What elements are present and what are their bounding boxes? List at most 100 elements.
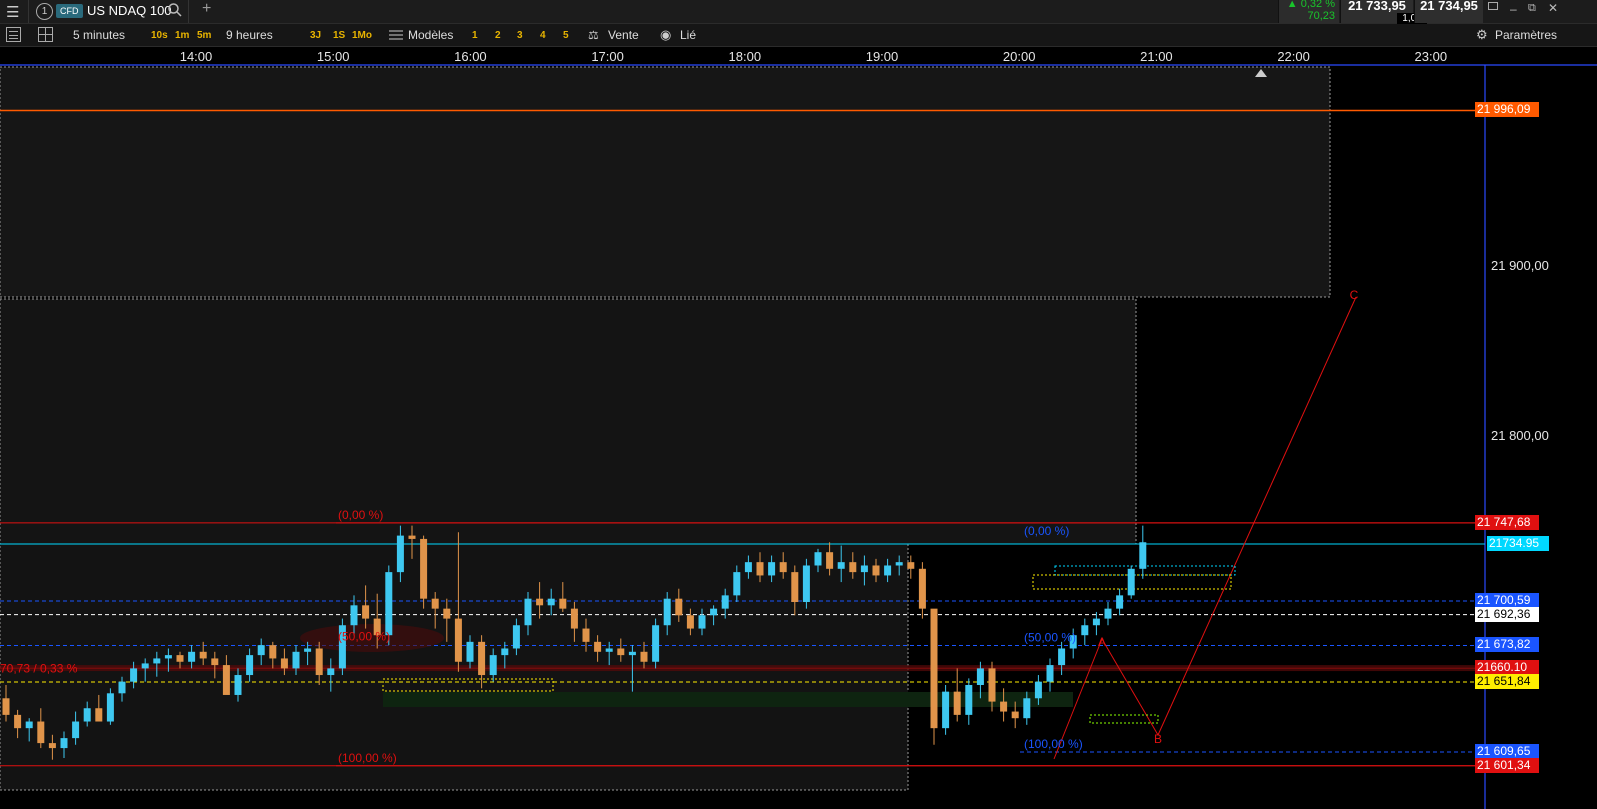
candle-body xyxy=(953,691,961,715)
popout-icon[interactable]: ⧉ xyxy=(1528,2,1536,15)
model-slot-3[interactable]: 3 xyxy=(517,30,523,41)
candle-body xyxy=(118,681,126,694)
candle-body xyxy=(756,562,764,576)
zone-upper xyxy=(0,66,1331,298)
candle-body xyxy=(988,668,996,702)
price-chart[interactable]: 14:00 15:00 16:00 17:00 18:00 19:00 20:00 21:00… xyxy=(0,47,1597,809)
price-tag: 21734.95 xyxy=(1487,535,1549,551)
candle-body xyxy=(304,648,312,652)
candle-body xyxy=(48,743,56,749)
candle-body xyxy=(1139,542,1147,569)
layout-grid-icon[interactable] xyxy=(38,27,53,42)
candle-body xyxy=(663,598,671,626)
linked-button[interactable]: Lié xyxy=(680,28,696,42)
instrument-type-badge: CFD xyxy=(56,4,83,18)
settings-button[interactable]: Paramètres xyxy=(1495,28,1557,42)
candle-body xyxy=(269,645,277,659)
models-icon xyxy=(389,29,403,44)
candle-body xyxy=(292,651,300,669)
candle-body xyxy=(779,562,787,573)
price-tag: 21 692,36 xyxy=(1475,606,1539,622)
candle-body xyxy=(1011,711,1019,719)
candle-body xyxy=(72,721,80,739)
tf-5m[interactable]: 5m xyxy=(197,30,211,41)
model-slot-4[interactable]: 4 xyxy=(540,30,546,41)
price-tag: 21 609,65 xyxy=(1475,743,1539,759)
candle-body xyxy=(617,648,625,656)
tf-3j[interactable]: 3J xyxy=(310,30,321,41)
tf-1m[interactable]: 1m xyxy=(175,30,189,41)
ask-button[interactable]: 21 734,95 xyxy=(1414,0,1483,23)
candle-body xyxy=(768,562,776,576)
minimize-icon[interactable]: – xyxy=(1510,2,1517,16)
candle-body xyxy=(791,572,799,602)
candle-body xyxy=(802,565,810,602)
candle-body xyxy=(408,535,416,539)
candle-body xyxy=(188,651,196,662)
tf-1s[interactable]: 1S xyxy=(333,30,345,41)
candle-body xyxy=(501,648,509,656)
candle-body xyxy=(628,651,636,656)
zone-middle xyxy=(0,298,1137,545)
bid-price: 21 733,95 xyxy=(1348,0,1406,13)
candle-body xyxy=(478,641,486,676)
slot-indicator[interactable]: 1 xyxy=(36,3,53,20)
candle-body xyxy=(176,655,184,662)
left-annotation: 70,73 / 0,33 % xyxy=(0,661,78,675)
tf-1mo[interactable]: 1Mo xyxy=(352,30,372,41)
candle-body xyxy=(860,565,868,573)
search-icon[interactable] xyxy=(167,2,183,21)
candle-body xyxy=(686,615,694,629)
range-select[interactable]: 9 heures xyxy=(226,28,273,42)
candle-body xyxy=(744,562,752,573)
candle-body xyxy=(431,598,439,609)
tf-10s[interactable]: 10s xyxy=(151,30,168,41)
interval-select[interactable]: 5 minutes xyxy=(73,28,125,42)
fib-left-label: (50,00 %) xyxy=(338,629,390,643)
candle-body xyxy=(559,598,567,609)
instrument-name[interactable]: US NDAQ 100 xyxy=(87,3,172,18)
candle-body xyxy=(60,738,68,749)
list-icon[interactable] xyxy=(6,27,21,42)
wave-label-b: B xyxy=(1154,732,1162,746)
fib-right-label: (100,00 %) xyxy=(1024,737,1083,751)
change-abs: 70,23 xyxy=(1307,10,1335,22)
candle-body xyxy=(640,651,648,662)
candle-body xyxy=(280,658,288,669)
candle-body xyxy=(930,608,938,729)
price-tag: 21 996,09 xyxy=(1475,102,1539,118)
candle-body xyxy=(605,648,613,652)
models-button[interactable]: Modèles xyxy=(408,28,453,42)
model-slot-1[interactable]: 1 xyxy=(472,30,478,41)
candle-body xyxy=(536,598,544,606)
x-tick-label: 14:00 xyxy=(180,49,213,64)
change-box: ▲ 0,32 % 70,23 xyxy=(1278,0,1339,23)
change-pct: ▲ 0,32 % xyxy=(1286,0,1335,10)
fib-right-label: (50,00 %) xyxy=(1024,630,1076,644)
gear-icon[interactable]: ⚙ xyxy=(1476,27,1488,43)
x-tick-label: 15:00 xyxy=(317,49,350,64)
candle-body xyxy=(234,675,242,695)
wave-label-c: C xyxy=(1350,288,1359,302)
candle-body xyxy=(675,598,683,616)
add-tab-icon[interactable]: + xyxy=(202,0,211,18)
candle-body xyxy=(315,648,323,676)
x-tick-label: 21:00 xyxy=(1140,49,1173,64)
close-icon[interactable]: ✕ xyxy=(1548,1,1558,15)
sell-button[interactable]: Vente xyxy=(608,28,639,42)
window-icon[interactable] xyxy=(1488,2,1498,10)
candle-body xyxy=(443,608,451,619)
candle-body xyxy=(918,568,926,609)
model-slot-2[interactable]: 2 xyxy=(495,30,501,41)
candle-body xyxy=(965,685,973,715)
hamburger-icon[interactable]: ☰ xyxy=(6,3,19,21)
price-tag: 21 651,84 xyxy=(1475,673,1539,689)
model-slot-5[interactable]: 5 xyxy=(563,30,569,41)
candle-body xyxy=(396,535,404,573)
candle-body xyxy=(1000,701,1008,712)
x-tick-label: 16:00 xyxy=(454,49,487,64)
candle-body xyxy=(895,562,903,566)
y-tick-21800: 21 800,00 xyxy=(1491,428,1549,443)
candle-body xyxy=(547,598,555,606)
price-tag: 21 673,82 xyxy=(1475,637,1539,653)
